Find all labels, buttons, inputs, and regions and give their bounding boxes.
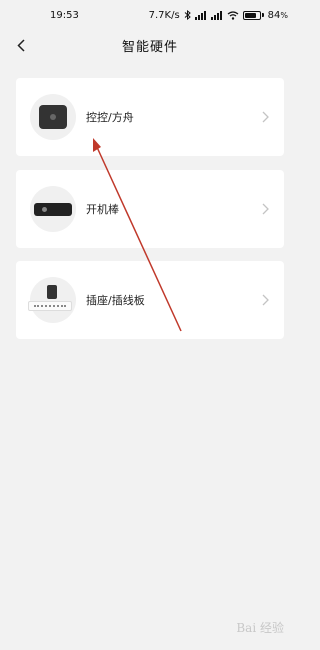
network-speed: 7.7K/s — [148, 9, 180, 21]
wifi-icon — [227, 10, 239, 20]
status-icons: 7.7K/s 84% — [149, 10, 288, 21]
device-thumbnail — [30, 186, 76, 232]
battery-percent: 84% — [267, 9, 288, 21]
watermark: Bai 经验 — [236, 621, 284, 635]
device-card-power-strip[interactable]: 插座/插线板 — [16, 261, 284, 339]
signal-icon — [194, 10, 207, 20]
device-card-power-stick[interactable]: 开机棒 — [16, 170, 284, 248]
power-stick-device-icon — [34, 202, 72, 216]
status-bar: 19:53 7.7K/s 84% — [0, 0, 300, 30]
battery-fill — [244, 12, 257, 18]
page-title: 智能硬件 — [121, 39, 178, 55]
device-label: 开机棒 — [86, 203, 119, 216]
chevron-right-icon — [262, 203, 269, 215]
device-card-kongkong[interactable]: 控控/方舟 — [16, 78, 284, 156]
device-label: 插座/插线板 — [86, 294, 145, 307]
chevron-right-icon — [262, 111, 269, 123]
signal-icon — [210, 10, 223, 20]
bluetooth-icon — [184, 10, 191, 20]
status-time: 19:53 — [50, 9, 79, 21]
kongkong-device-icon — [39, 105, 67, 129]
device-label: 控控/方舟 — [86, 111, 134, 124]
device-thumbnail — [28, 277, 76, 323]
back-button[interactable] — [10, 34, 32, 56]
device-thumbnail — [30, 94, 76, 140]
page-header: 智能硬件 — [0, 30, 300, 60]
chevron-right-icon — [262, 294, 269, 306]
battery-icon — [242, 10, 264, 20]
chevron-left-icon — [17, 38, 25, 52]
